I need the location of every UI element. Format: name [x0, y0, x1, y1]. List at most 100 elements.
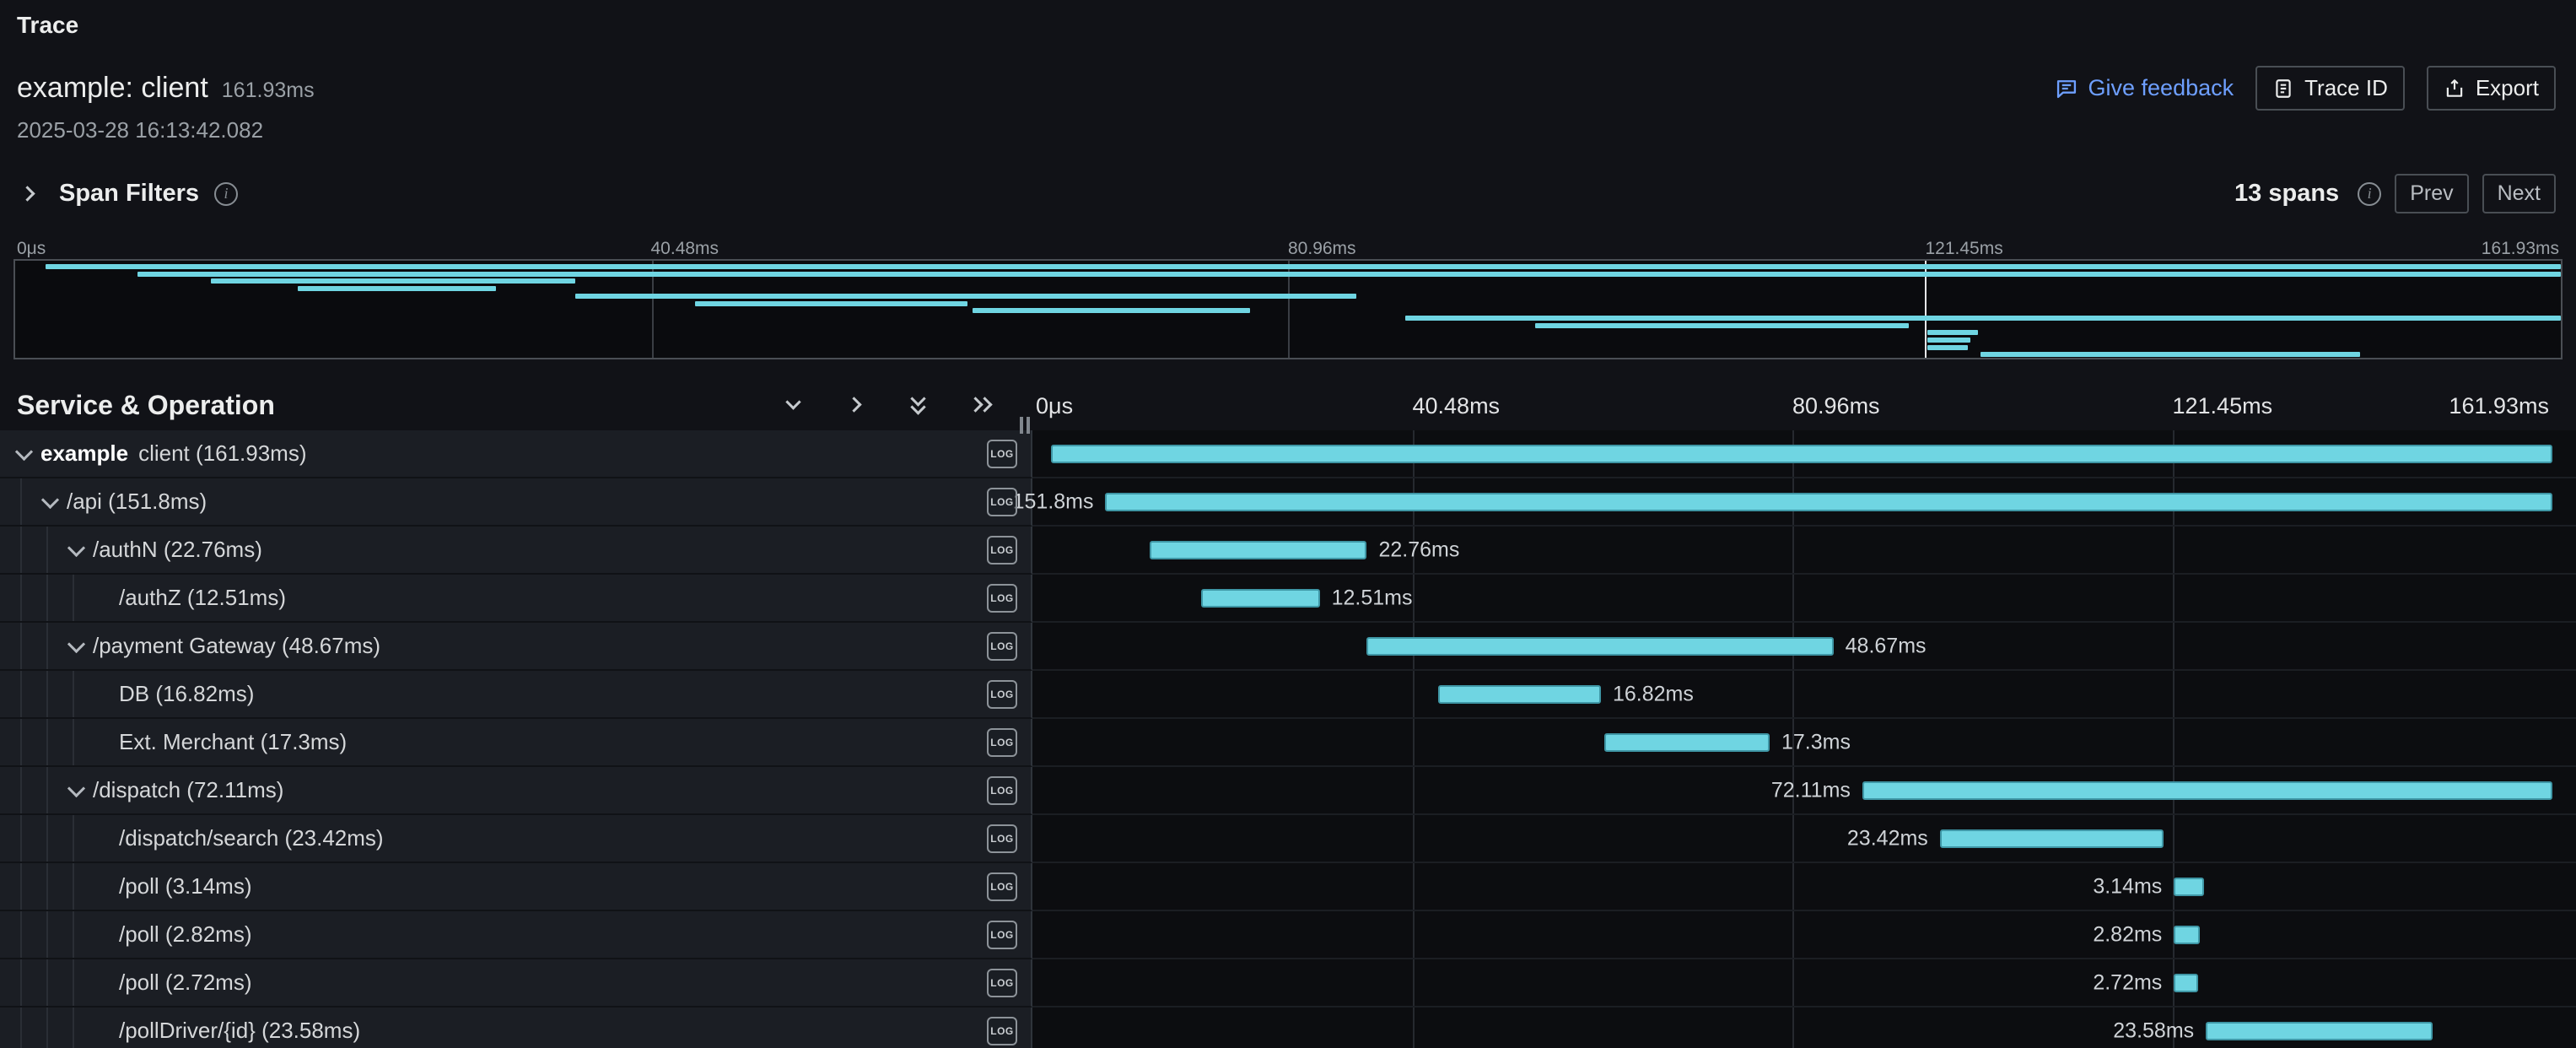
time-tick-label: 40.48ms [651, 239, 719, 259]
collapse-chevron-icon[interactable] [64, 634, 93, 659]
span-filters-bar: Span Filters i 13 spans i Prev Next [0, 143, 2576, 227]
log-icon[interactable]: LOG [987, 872, 1017, 901]
timeline-minimap[interactable] [13, 259, 2563, 359]
collapse-one-icon[interactable] [781, 392, 808, 419]
give-feedback-link[interactable]: Give feedback [2055, 75, 2234, 101]
span-filters-expand-chevron-icon[interactable] [17, 181, 44, 208]
feedback-comment-icon [2055, 77, 2078, 100]
log-icon[interactable]: LOG [987, 728, 1017, 757]
log-icon[interactable]: LOG [987, 1017, 1017, 1045]
span-bar[interactable] [1604, 733, 1770, 752]
operation-name: DB (16.82ms) [119, 681, 254, 707]
span-bar[interactable] [1862, 781, 2552, 800]
span-row[interactable]: /authZ (12.51ms)LOG12.51ms [0, 575, 2576, 623]
expand-one-icon[interactable] [843, 392, 870, 419]
span-row-track: 3.14ms [1032, 863, 2552, 910]
trace-id-icon [2272, 78, 2294, 100]
span-row-track: 72.11ms [1032, 767, 2552, 813]
span-row-left[interactable]: /api (151.8ms)LOG [0, 478, 1032, 527]
span-bar[interactable] [1940, 829, 2164, 848]
log-icon[interactable]: LOG [987, 680, 1017, 709]
span-row-left[interactable]: /authZ (12.51ms)LOG [0, 575, 1032, 623]
minimap-span-bar [1927, 345, 1968, 350]
trace-id-button[interactable]: Trace ID [2255, 66, 2405, 111]
collapse-chevron-icon[interactable] [64, 538, 93, 563]
time-tick-label: 80.96ms [1792, 393, 1880, 419]
log-icon[interactable]: LOG [987, 440, 1017, 468]
span-bar[interactable] [2174, 926, 2200, 944]
chevron-spacer [90, 922, 119, 948]
span-filters-info-icon[interactable]: i [214, 182, 238, 206]
span-row[interactable]: /payment Gateway (48.67ms)LOG 48.67ms [0, 623, 2576, 671]
span-row[interactable]: /pollDriver/{id} (23.58ms)LOG 23.58ms [0, 1007, 2576, 1048]
log-icon[interactable]: LOG [987, 488, 1017, 516]
span-row[interactable]: Ext. Merchant (17.3ms)LOG 17.3ms [0, 719, 2576, 767]
span-bar[interactable] [2174, 878, 2204, 896]
span-row-timeline: 72.11ms [1032, 767, 2576, 815]
span-row[interactable]: /dispatch (72.11ms)LOG72.11ms [0, 767, 2576, 815]
span-count-info-icon[interactable]: i [2358, 182, 2381, 206]
span-label: /authN (22.76ms) [0, 537, 262, 563]
span-bar[interactable] [1150, 541, 1367, 559]
span-row[interactable]: exampleclient (161.93ms)LOG [0, 430, 2576, 478]
minimap-span-bar [298, 286, 496, 291]
span-bar[interactable] [2206, 1022, 2432, 1040]
span-bar[interactable] [1366, 637, 1833, 656]
span-rows: exampleclient (161.93ms)LOG/api (151.8ms… [0, 430, 2576, 1048]
timeline-axis: 0μs40.48ms80.96ms121.45ms161.93ms [1032, 380, 2576, 430]
next-span-button[interactable]: Next [2482, 174, 2556, 213]
trace-timestamp: 2025-03-28 16:13:42.082 [17, 117, 2556, 143]
span-bar[interactable] [1438, 685, 1601, 704]
log-icon[interactable]: LOG [987, 536, 1017, 565]
span-bar[interactable] [2174, 974, 2198, 992]
span-row-left[interactable]: /dispatch (72.11ms)LOG [0, 767, 1032, 815]
span-row-left[interactable]: /payment Gateway (48.67ms)LOG [0, 623, 1032, 671]
log-icon[interactable]: LOG [987, 632, 1017, 661]
span-row-left[interactable]: exampleclient (161.93ms)LOG [0, 430, 1032, 478]
span-bar[interactable] [1051, 445, 2552, 463]
span-row-left[interactable]: DB (16.82ms) LOG [0, 671, 1032, 719]
panel-resize-handle[interactable] [1016, 417, 1034, 435]
span-row-left[interactable]: /poll (2.82ms)LOG [0, 911, 1032, 959]
minimap-span-bar [973, 308, 1250, 313]
span-row-left[interactable]: /poll (2.72ms)LOG [0, 959, 1032, 1007]
minimap-span-bar [1927, 330, 1978, 335]
span-row[interactable]: /dispatch/search (23.42ms)LOG23.42ms [0, 815, 2576, 863]
span-duration-label: 48.67ms [1846, 634, 1927, 658]
chevron-spacer [90, 730, 119, 755]
span-row-left[interactable]: /authN (22.76ms) LOG [0, 527, 1032, 575]
log-icon[interactable]: LOG [987, 824, 1017, 853]
expand-all-icon[interactable] [968, 392, 995, 419]
span-row-left[interactable]: /poll (3.14ms) LOG [0, 863, 1032, 911]
span-row[interactable]: /authN (22.76ms)LOG22.76ms [0, 527, 2576, 575]
span-row-left[interactable]: /dispatch/search (23.42ms) LOG [0, 815, 1032, 863]
span-label: /dispatch/search (23.42ms) [0, 825, 384, 851]
export-button[interactable]: Export [2427, 66, 2556, 111]
span-row[interactable]: /api (151.8ms)LOG151.8ms [0, 478, 2576, 527]
log-icon[interactable]: LOG [987, 776, 1017, 805]
prev-span-button[interactable]: Prev [2395, 174, 2468, 213]
page-title: Trace [17, 12, 2556, 39]
log-icon[interactable]: LOG [987, 584, 1017, 613]
span-row[interactable]: /poll (2.72ms)LOG2.72ms [0, 959, 2576, 1007]
collapse-chevron-icon[interactable] [38, 489, 67, 515]
collapse-chevron-icon[interactable] [64, 778, 93, 803]
span-duration-label: 17.3ms [1781, 730, 1851, 754]
span-bar[interactable] [1201, 589, 1320, 608]
collapse-chevron-icon[interactable] [12, 441, 40, 467]
span-duration-label: 23.58ms [2113, 1018, 2194, 1043]
span-row[interactable]: /poll (2.82ms)LOG2.82ms [0, 911, 2576, 959]
log-icon[interactable]: LOG [987, 921, 1017, 949]
collapse-all-icon[interactable] [906, 392, 933, 419]
trace-title: example: client [17, 72, 208, 105]
span-row-timeline: 3.14ms [1032, 863, 2576, 911]
log-icon[interactable]: LOG [987, 969, 1017, 997]
span-bar[interactable] [1105, 493, 2552, 511]
span-label: /poll (3.14ms) [0, 873, 252, 899]
timeline-minimap-section: 0μs40.48ms80.96ms121.45ms161.93ms [13, 237, 2563, 359]
span-row[interactable]: /poll (3.14ms) LOG 3.14ms [0, 863, 2576, 911]
span-row-left[interactable]: Ext. Merchant (17.3ms)LOG [0, 719, 1032, 767]
span-row[interactable]: DB (16.82ms)LOG16.82ms [0, 671, 2576, 719]
span-row-timeline: 2.72ms [1032, 959, 2576, 1007]
span-row-left[interactable]: /pollDriver/{id} (23.58ms)LOG [0, 1007, 1032, 1048]
